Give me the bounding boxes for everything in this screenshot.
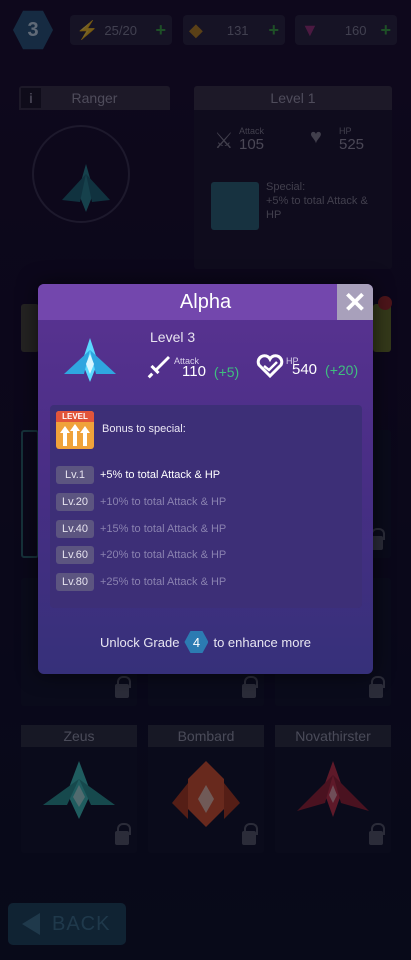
lock-icon xyxy=(242,823,258,847)
bonus-desc: +15% to total Attack & HP xyxy=(100,523,227,535)
ship-name-header: i Ranger xyxy=(19,86,170,110)
bonus-desc: +10% to total Attack & HP xyxy=(100,496,227,508)
lock-icon xyxy=(115,676,131,700)
alpha-ship-icon xyxy=(64,338,116,382)
hp-label: HP xyxy=(339,126,352,136)
hp-value: 525 xyxy=(339,136,365,153)
special-text: Special: +5% to total Attack & HP xyxy=(266,181,368,221)
lock-icon xyxy=(242,676,258,700)
bonus-desc: +20% to total Attack & HP xyxy=(100,549,227,561)
attack-stat: Attack 110 (+5) xyxy=(146,354,239,380)
close-icon: ✕ xyxy=(343,286,367,318)
level-header: Level 1 xyxy=(194,86,392,110)
bonus-title: Bonus to special: xyxy=(102,423,186,435)
arrows-up-icon xyxy=(60,424,90,446)
lightning-icon: ⚡ xyxy=(76,19,99,40)
level-pill: Lv.20 xyxy=(56,493,94,511)
add-gem-icon[interactable]: + xyxy=(380,20,391,41)
heart-icon: ♥ xyxy=(310,126,322,148)
ship-card-bombard[interactable]: Bombard xyxy=(148,725,264,853)
ship-detail-modal: Alpha ✕ Level 3 Attack 110 (+5) HP 540 (… xyxy=(38,284,373,674)
novathirster-ship-icon xyxy=(297,761,369,817)
sword-icon: ⚔ xyxy=(214,128,234,153)
level-pill: Lv.80 xyxy=(56,573,94,591)
unlock-message: Unlock Grade 4 to enhance more xyxy=(38,630,373,654)
gold-diamond-icon: ◆ xyxy=(189,19,203,40)
ship-name: Ranger xyxy=(71,90,118,106)
unlock-prefix: Unlock Grade xyxy=(99,634,180,650)
level-pill: Lv.40 xyxy=(56,520,94,538)
bonus-level-row: Lv.80 +25% to total Attack & HP xyxy=(56,572,226,592)
energy-counter[interactable]: ⚡ 25/20 + xyxy=(70,15,172,45)
ranger-ship-icon xyxy=(62,164,110,212)
gem-triangle-icon: ▼ xyxy=(301,19,319,40)
hidden-button-left xyxy=(21,304,39,352)
bonus-level-row: Lv.60 +20% to total Attack & HP xyxy=(56,545,226,565)
lock-icon xyxy=(369,676,385,700)
hp-label: HP xyxy=(286,356,299,366)
notification-dot xyxy=(378,296,392,310)
badge-text: LEVEL xyxy=(56,411,94,422)
hp-bonus: (+20) xyxy=(325,362,359,378)
card-name: Novathirster xyxy=(275,725,391,747)
add-gold-icon[interactable]: + xyxy=(268,20,279,41)
bonus-desc: +5% to total Attack & HP xyxy=(100,469,221,481)
special-icon xyxy=(211,182,259,230)
info-icon[interactable]: i xyxy=(21,88,41,108)
player-level-badge: 3 xyxy=(13,10,53,50)
card-name: Bombard xyxy=(148,725,264,747)
back-button[interactable]: BACK xyxy=(8,903,126,945)
add-energy-icon[interactable]: + xyxy=(155,20,166,41)
ship-card-novathirster[interactable]: Novathirster xyxy=(275,725,391,853)
lock-icon xyxy=(369,823,385,847)
attack-label: Attack xyxy=(174,356,200,366)
modal-title: Alpha xyxy=(38,284,373,320)
gem-value: 160 xyxy=(344,22,367,38)
lock-icon xyxy=(115,823,131,847)
zeus-ship-icon xyxy=(43,761,115,819)
bonus-panel: LEVEL Bonus to special: Lv.1 +5% to tota… xyxy=(50,405,362,608)
level-pill: Lv.1 xyxy=(56,466,94,484)
attack-bonus: (+5) xyxy=(213,364,240,380)
back-arrow-icon xyxy=(22,913,40,935)
ship-card-zeus[interactable]: Zeus xyxy=(21,725,137,853)
player-level: 3 xyxy=(27,18,39,41)
bonus-level-row: Lv.1 +5% to total Attack & HP xyxy=(56,465,220,485)
level-panel: Level 1 ⚔ Attack 105 ♥ HP 525 Special: +… xyxy=(194,86,392,269)
heart-icon xyxy=(256,354,284,378)
unlock-suffix: to enhance more xyxy=(213,634,312,650)
unlock-grade: 4 xyxy=(192,634,201,650)
close-button[interactable]: ✕ xyxy=(337,284,373,320)
gold-counter[interactable]: ◆ 131 + xyxy=(183,15,285,45)
back-label: BACK xyxy=(52,912,111,935)
hidden-button-right xyxy=(373,304,391,352)
level-pill: Lv.60 xyxy=(56,546,94,564)
energy-value: 25/20 xyxy=(104,22,137,38)
attack-label: Attack xyxy=(239,126,265,136)
grade-hex-icon: 4 xyxy=(184,630,209,654)
top-bar: 3 ⚡ 25/20 + ◆ 131 + ▼ 160 + xyxy=(0,10,411,50)
card-name: Zeus xyxy=(21,725,137,747)
bonus-desc: +25% to total Attack & HP xyxy=(100,576,227,588)
sword-icon xyxy=(147,356,170,379)
hp-stat: HP 540 (+20) xyxy=(256,354,358,378)
selected-card-edge xyxy=(21,430,39,558)
modal-level: Level 3 xyxy=(150,329,196,345)
bombard-ship-icon xyxy=(172,761,240,827)
attack-value: 105 xyxy=(239,136,265,153)
bonus-level-row: Lv.40 +15% to total Attack & HP xyxy=(56,519,226,539)
gold-value: 131 xyxy=(226,22,249,38)
gem-counter[interactable]: ▼ 160 + xyxy=(295,15,397,45)
level-up-badge-icon: LEVEL xyxy=(56,411,94,449)
bonus-level-row: Lv.20 +10% to total Attack & HP xyxy=(56,492,226,512)
